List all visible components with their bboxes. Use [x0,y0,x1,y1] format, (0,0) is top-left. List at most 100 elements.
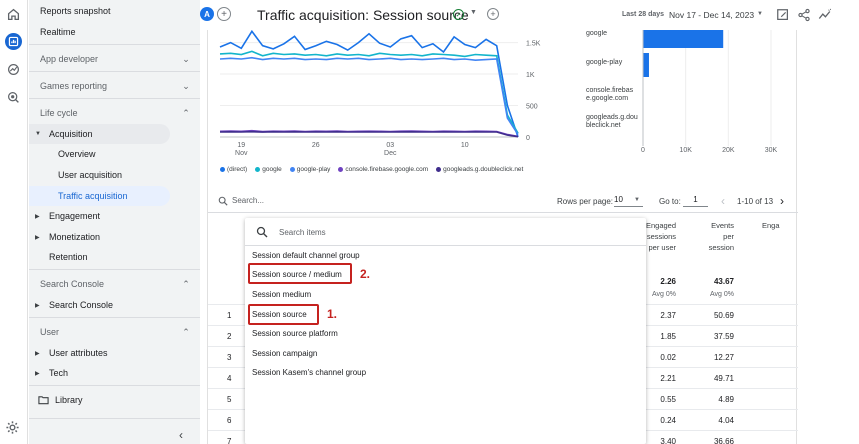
x-tick-label: 26 [312,142,320,149]
sidebar-section-search-console[interactable]: Search Console ⌃ [29,274,200,294]
row-number: 3 [227,353,232,362]
events-per-session-cell: 12.27 [713,353,734,362]
caret-down-icon: ▼ [35,131,41,137]
series-line [219,56,519,135]
collapse-sidebar-icon[interactable]: ‹ [179,428,183,442]
legend-item[interactable]: google-play [289,166,331,173]
column-header-events-per-session[interactable]: Events per session [698,220,734,253]
search-icon [256,226,268,238]
bar-category-label: e.google.com [586,95,628,102]
legend-item[interactable]: (direct) [220,166,247,173]
divider [29,317,200,318]
legend-label: google [262,166,282,173]
x-tick-label: 20K [722,147,735,154]
legend-item[interactable]: googleads.g.doubleclick.net [436,166,523,173]
sidebar-item-user-acquisition[interactable]: User acquisition [29,165,200,185]
caret-down-icon[interactable]: ▼ [634,197,640,203]
row-number: 4 [227,374,232,383]
legend-dot [255,166,261,172]
divider [29,44,200,45]
date-range-picker[interactable]: Nov 17 - Dec 14, 2023 [669,10,754,20]
sidebar-section-app-developer[interactable]: App developer ⌄ [29,49,200,69]
sidebar-section-games-reporting[interactable]: Games reporting ⌄ [29,76,200,96]
explore-icon[interactable] [5,61,22,78]
x-tick-label: 19 [237,142,245,149]
legend-dot [436,166,442,172]
gear-icon[interactable] [5,420,20,435]
legend-label: google-play [296,166,331,173]
sidebar-section-user[interactable]: User ⌃ [29,322,200,342]
legend-item[interactable]: console.firebase.google.com [338,166,428,173]
sidebar-item-user-attributes[interactable]: ▶ User attributes [29,343,200,363]
x-tick-label: 0 [641,147,645,154]
dropdown-item-session-custom-channel-group[interactable]: Session Kasem's channel group [252,363,366,381]
x-tick-label: 30K [765,147,778,154]
add-comparison-icon[interactable]: + [217,7,231,21]
sidebar-item-library[interactable]: Library [29,390,200,410]
sidebar-item-monetization[interactable]: ▶ Monetization [29,227,200,247]
caret-down-icon[interactable]: ▼ [470,9,477,16]
header-line: per [723,232,734,241]
sidebar-item-reports-snapshot[interactable]: Reports snapshot [29,1,200,21]
share-icon[interactable] [797,8,811,22]
annotation-step-1: 1. [327,307,338,321]
customize-report-icon[interactable] [776,8,790,22]
chevron-down-icon: ⌄ [182,80,190,91]
sidebar-item-tech[interactable]: ▶ Tech [29,363,200,383]
report-header: A + Traffic acquisition: Session source … [200,0,859,30]
caret-down-icon[interactable]: ▼ [757,11,763,17]
sidebar-item-acquisition[interactable]: ▼ Acquisition [29,124,170,144]
dropdown-search-input[interactable]: Search items [279,228,326,237]
sidebar-item-overview[interactable]: Overview [29,144,200,164]
insights-icon[interactable] [818,8,832,22]
chevron-left-icon[interactable]: ‹ [721,194,725,208]
highlight-box-session-source [248,304,319,325]
events-per-session-cell: 4.04 [718,416,734,425]
legend-label: googleads.g.doubleclick.net [443,166,524,173]
table-search-input[interactable]: Search... [232,196,264,205]
header-line: session [708,243,734,252]
dropdown-item-session-campaign[interactable]: Session campaign [252,344,317,362]
sidebar-item-engagement[interactable]: ▶ Engagement [29,206,200,226]
left-nav-rail [0,0,28,444]
advertising-icon[interactable] [5,89,22,106]
dropdown-item-session-medium[interactable]: Session medium [252,285,311,303]
home-icon[interactable] [5,6,22,23]
legend-item[interactable]: google [255,166,282,173]
bar-category-label: googleads.g.dou [586,114,638,121]
highlight-box-session-source-medium [248,263,352,284]
chevron-down-icon: ⌄ [182,53,190,64]
legend-label: (direct) [227,166,248,173]
legend-dot [220,166,225,172]
x-tick-month: Dec [384,150,397,157]
chevron-up-icon: ⌃ [182,326,190,337]
events-per-session-cell: 36.66 [713,437,734,444]
dropdown-item-session-default-channel-group[interactable]: Session default channel group [252,246,360,264]
date-range-label: Last 28 days [622,11,665,18]
sidebar: Reports snapshot Realtime App developer ⌄… [29,0,200,444]
x-tick-label: 03 [386,142,394,149]
go-to-input[interactable]: 1 [683,195,708,207]
sidebar-item-search-console[interactable]: ▶ Search Console [29,295,200,315]
comparison-avatar[interactable]: A [200,7,214,21]
go-to-label: Go to: [659,197,681,206]
folder-icon [38,396,49,405]
column-header-engagement[interactable]: Enga [762,220,792,231]
sidebar-item-retention[interactable]: Retention [29,247,200,267]
check-circle-icon[interactable]: ✓ [453,9,464,20]
pagination-info: 1-10 of 13 [737,197,774,206]
add-icon[interactable]: + [487,8,499,20]
dropdown-item-session-source-platform[interactable]: Session source platform [252,324,338,342]
sidebar-item-traffic-acquisition[interactable]: Traffic acquisition [29,186,170,206]
reports-icon[interactable] [5,33,22,50]
dropdown-search[interactable]: Search items [245,218,646,246]
annotation-step-2: 2. [360,267,371,281]
row-number: 6 [227,416,232,425]
bar-chart: 0 10K 20K 30K google google-play console.fireb… [586,30,778,154]
divider [29,98,200,99]
sidebar-section-life-cycle[interactable]: Life cycle ⌃ [29,103,200,123]
chevron-right-icon[interactable]: › [780,194,784,208]
bar-category-label: console.firebas [586,87,634,94]
bar [643,53,649,77]
sidebar-item-realtime[interactable]: Realtime [29,22,200,42]
